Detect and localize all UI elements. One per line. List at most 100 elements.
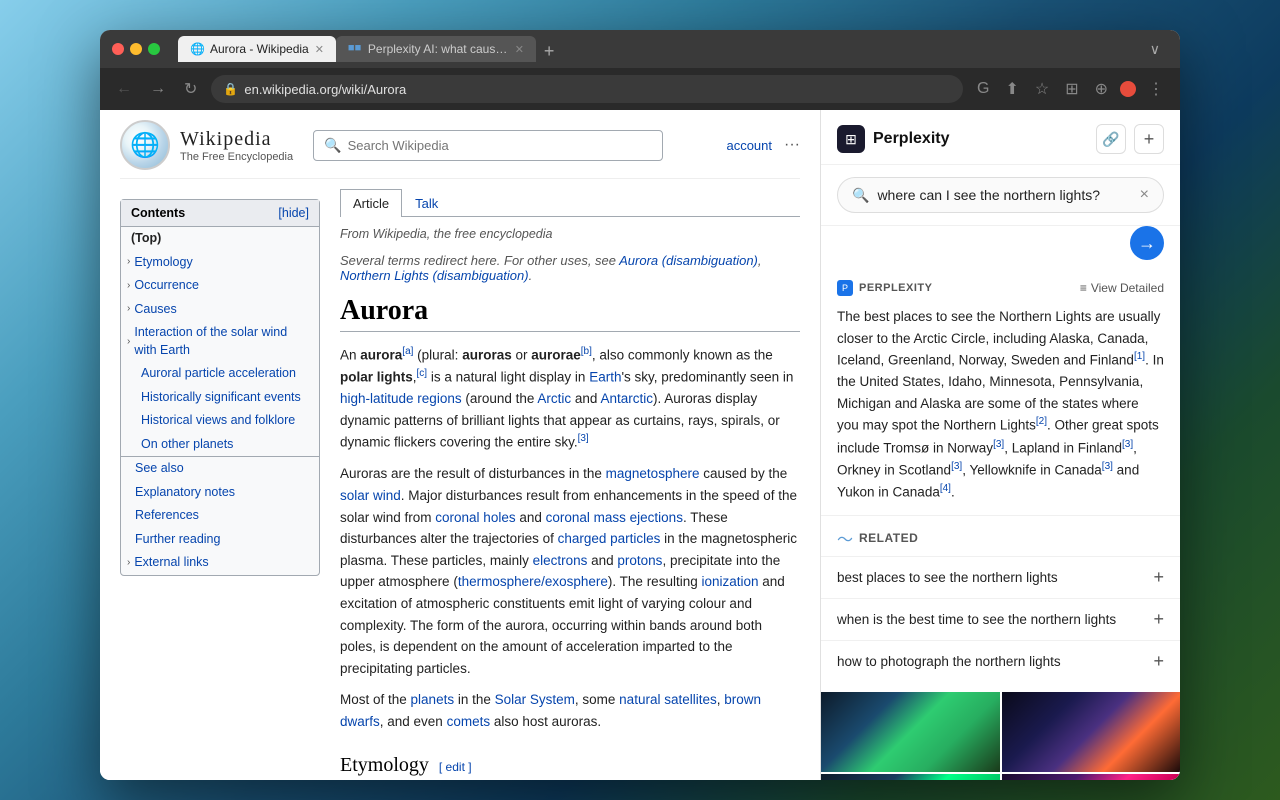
citation-3a[interactable]: [3] <box>993 439 1004 450</box>
footnote-b[interactable]: [b] <box>581 346 592 357</box>
magnetosphere-link[interactable]: magnetosphere <box>606 466 700 481</box>
perplexity-go-button[interactable]: → <box>1130 226 1164 260</box>
gallery-image-4[interactable] <box>1002 774 1181 780</box>
more-options-button[interactable]: ⋮ <box>1144 75 1168 103</box>
profile-icon[interactable]: ⊕ <box>1091 75 1112 103</box>
toc-item-solar-wind[interactable]: › Interaction of the solar wind with Ear… <box>121 321 319 362</box>
share-icon[interactable]: ⬆ <box>1001 75 1022 103</box>
toc-arrow-external-links: › <box>127 556 130 570</box>
reload-button[interactable]: ↻ <box>180 75 201 103</box>
electrons-link[interactable]: electrons <box>533 553 588 568</box>
related-item-3[interactable]: how to photograph the northern lights + <box>821 640 1180 682</box>
ionization-link[interactable]: ionization <box>701 574 758 589</box>
planets-link[interactable]: planets <box>411 692 455 707</box>
toc-item-other-planets[interactable]: On other planets <box>121 433 319 457</box>
tab-expand-button[interactable]: ∨ <box>1142 41 1168 58</box>
footnote-3[interactable]: [3] <box>578 433 589 444</box>
maximize-window-button[interactable] <box>148 43 160 55</box>
wiki-search-box[interactable]: 🔍 <box>313 130 663 161</box>
toc-item-top[interactable]: (Top) <box>121 227 319 251</box>
close-window-button[interactable] <box>112 43 124 55</box>
perplexity-link-button[interactable]: 🔗 <box>1096 124 1126 154</box>
tab-close-wikipedia[interactable]: ✕ <box>315 43 324 56</box>
wiki-content-area: Contents [hide] (Top) › Etymology › Occu… <box>120 189 800 780</box>
earth-link[interactable]: Earth <box>589 370 621 385</box>
charged-particles-link[interactable]: charged particles <box>558 531 661 546</box>
coronal-holes-link[interactable]: coronal holes <box>435 510 515 525</box>
wiki-search-input[interactable] <box>348 138 653 153</box>
footnote-c[interactable]: [c] <box>417 368 428 379</box>
add-tab-button[interactable]: + <box>536 42 563 60</box>
tab-article[interactable]: Article <box>340 189 402 217</box>
toc-item-auroral-acceleration[interactable]: Auroral particle acceleration <box>121 362 319 386</box>
perplexity-search-icon: 🔍 <box>852 187 869 204</box>
citation-1[interactable]: [1] <box>1134 351 1145 362</box>
related-item-3-text: how to photograph the northern lights <box>837 654 1061 669</box>
perplexity-clear-button[interactable]: × <box>1140 186 1149 204</box>
title-bar: 🌐 Aurora - Wikipedia ✕ ■■ Perplexity AI:… <box>100 30 1180 68</box>
perplexity-logo-char: ⊞ <box>845 131 857 148</box>
tabs-bar: 🌐 Aurora - Wikipedia ✕ ■■ Perplexity AI:… <box>178 36 1168 62</box>
toc-item-further-reading[interactable]: Further reading <box>121 528 319 552</box>
perplexity-search-input[interactable] <box>877 187 1131 203</box>
antarctic-link[interactable]: Antarctic <box>600 391 653 406</box>
wiki-account-link[interactable]: account <box>726 138 772 153</box>
natural-satellites-link[interactable]: natural satellites <box>619 692 717 707</box>
northern-lights-disambig-link[interactable]: Northern Lights (disambiguation) <box>340 268 529 283</box>
gallery-image-1[interactable] <box>821 692 1000 772</box>
related-item-2[interactable]: when is the best time to see the norther… <box>821 598 1180 640</box>
toc-item-see-also[interactable]: See also <box>121 457 319 481</box>
minimize-window-button[interactable] <box>130 43 142 55</box>
gallery-image-2[interactable] <box>1002 692 1181 772</box>
google-icon[interactable]: G <box>973 76 993 102</box>
thermosphere-link[interactable]: thermosphere/exosphere <box>458 574 608 589</box>
toc-item-etymology[interactable]: › Etymology <box>121 251 319 275</box>
perplexity-answer: The best places to see the Northern Ligh… <box>821 302 1180 516</box>
solar-system-link[interactable]: Solar System <box>495 692 575 707</box>
citation-3c[interactable]: [3] <box>951 461 962 472</box>
extensions-icon[interactable]: ⊞ <box>1061 75 1082 103</box>
view-detailed-button[interactable]: ≡ View Detailed <box>1080 281 1164 295</box>
coronal-mass-ejections-link[interactable]: coronal mass ejections <box>546 510 683 525</box>
etymology-edit-link[interactable]: [ edit ] <box>439 758 472 777</box>
tab-perplexity[interactable]: ■■ Perplexity AI: what causes the ✕ <box>336 36 536 62</box>
citation-4[interactable]: [4] <box>940 483 951 494</box>
citation-3b[interactable]: [3] <box>1122 439 1133 450</box>
address-bar: ← → ↻ 🔒 en.wikipedia.org/wiki/Aurora G ⬆… <box>100 68 1180 110</box>
footnote-a[interactable]: [a] <box>402 346 413 357</box>
perplexity-source-icon: P <box>837 280 853 296</box>
perplexity-add-button[interactable]: + <box>1134 124 1164 154</box>
comets-link[interactable]: comets <box>447 714 491 729</box>
toc-item-explanatory-notes[interactable]: Explanatory notes <box>121 481 319 505</box>
wiki-more-button[interactable]: ··· <box>784 136 800 154</box>
toc-item-external-links[interactable]: › External links <box>121 551 319 575</box>
related-item-2-text: when is the best time to see the norther… <box>837 612 1116 627</box>
high-latitude-link[interactable]: high-latitude regions <box>340 391 462 406</box>
citation-2[interactable]: [2] <box>1036 416 1047 427</box>
aurora-disambig-link[interactable]: Aurora (disambiguation) <box>619 253 758 268</box>
toc-item-historical-views[interactable]: Historical views and folklore <box>121 409 319 433</box>
toc-hide-button[interactable]: [hide] <box>278 206 309 220</box>
citation-3d[interactable]: [3] <box>1102 461 1113 472</box>
toc-item-references[interactable]: References <box>121 504 319 528</box>
toc-item-causes[interactable]: › Causes <box>121 298 319 322</box>
toc-arrow-etymology: › <box>127 255 130 269</box>
wiki-tagline: The Free Encyclopedia <box>180 151 293 163</box>
toc-item-occurrence[interactable]: › Occurrence <box>121 274 319 298</box>
tab-wikipedia[interactable]: 🌐 Aurora - Wikipedia ✕ <box>178 36 336 62</box>
traffic-lights <box>112 43 160 55</box>
solar-wind-link[interactable]: solar wind <box>340 488 401 503</box>
bookmark-icon[interactable]: ☆ <box>1031 75 1053 103</box>
protons-link[interactable]: protons <box>617 553 662 568</box>
back-button[interactable]: ← <box>112 76 136 102</box>
toolbar-icons: G ⬆ ☆ ⊞ ⊕ ⋮ <box>973 75 1168 103</box>
tab-talk[interactable]: Talk <box>402 189 451 217</box>
url-bar[interactable]: 🔒 en.wikipedia.org/wiki/Aurora <box>211 75 963 103</box>
tab-close-perplexity[interactable]: ✕ <box>515 43 524 56</box>
forward-button[interactable]: → <box>146 76 170 102</box>
toc-item-historically-significant[interactable]: Historically significant events <box>121 386 319 410</box>
toc-item-historical-views-label: Historical views and folklore <box>141 412 295 430</box>
arctic-link[interactable]: Arctic <box>537 391 571 406</box>
gallery-image-3[interactable] <box>821 774 1000 780</box>
related-item-1[interactable]: best places to see the northern lights + <box>821 556 1180 598</box>
